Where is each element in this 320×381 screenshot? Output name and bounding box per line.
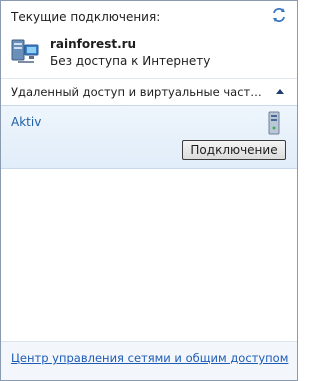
- vpn-name: Aktiv: [11, 115, 42, 129]
- network-flyout: Текущие подключения: rainforest.ru Без д…: [0, 0, 298, 381]
- network-name: rainforest.ru: [50, 37, 137, 51]
- header-title: Текущие подключения:: [11, 10, 161, 24]
- section-label: Удаленный доступ и виртуальные частные с…: [11, 85, 269, 99]
- refresh-icon[interactable]: [271, 7, 287, 23]
- vpn-section-header[interactable]: Удаленный доступ и виртуальные частные с…: [11, 85, 287, 102]
- network-status: Без доступа к Интернету: [50, 54, 211, 68]
- vpn-server-icon: [268, 111, 280, 135]
- vpn-connection-item[interactable]: Aktiv Подключение: [1, 105, 297, 169]
- chevron-up-icon: [276, 89, 284, 94]
- connect-button[interactable]: Подключение: [182, 140, 286, 160]
- divider: [1, 78, 297, 79]
- footer: Центр управления сетями и общим доступом: [1, 341, 297, 380]
- network-center-link[interactable]: Центр управления сетями и общим доступом: [11, 351, 288, 365]
- network-computer-icon: [11, 39, 39, 63]
